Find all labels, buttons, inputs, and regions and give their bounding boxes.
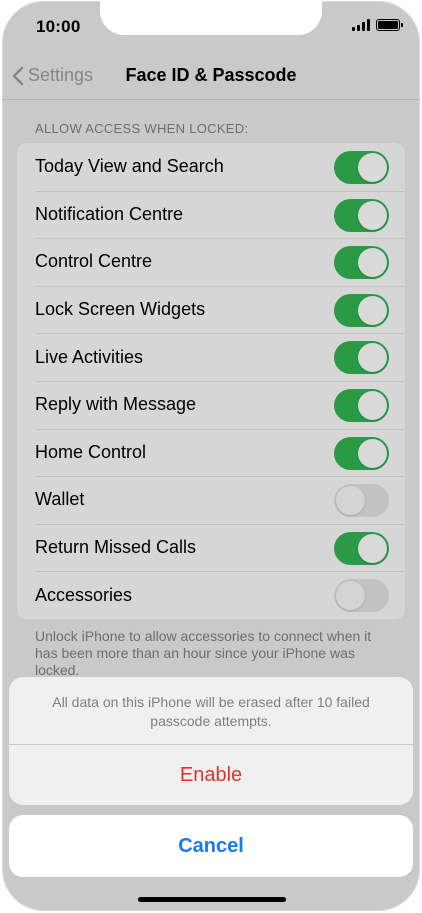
setting-label: Control Centre <box>35 251 153 272</box>
setting-row-control-centre: Control Centre <box>17 238 405 286</box>
toggle-live-activities[interactable] <box>334 341 389 375</box>
setting-row-live-activities: Live Activities <box>17 333 405 381</box>
setting-label: Reply with Message <box>35 394 197 415</box>
accessories-footer-note: Unlock iPhone to allow accessories to co… <box>35 628 372 678</box>
toggle-knob <box>358 533 387 563</box>
setting-label: Wallet <box>35 489 85 510</box>
toggle-accessories[interactable] <box>334 579 389 613</box>
setting-label: Today View and Search <box>35 156 224 177</box>
setting-row-return-missed-calls: Return Missed Calls <box>17 523 405 572</box>
toggle-knob <box>358 438 387 468</box>
setting-row-wallet: Wallet <box>17 476 405 524</box>
toggle-knob <box>358 200 387 230</box>
toggle-wallet[interactable] <box>334 484 389 518</box>
setting-row-accessories: Accessories <box>17 571 405 619</box>
action-sheet-message: All data on this iPhone will be erased a… <box>9 677 413 745</box>
setting-row-home-control: Home Control <box>17 428 405 477</box>
toggle-lock-screen-widgets[interactable] <box>334 293 389 327</box>
toggle-knob <box>358 248 387 278</box>
setting-label: Home Control <box>35 441 147 462</box>
screen: 10:00 Settings Face ID & Passcode ALLOW … <box>2 1 420 911</box>
action-sheet: All data on this iPhone will be erased a… <box>9 677 413 805</box>
toggle-knob <box>358 153 387 182</box>
toggle-knob <box>358 390 387 420</box>
lock-access-list: Today View and Search Notification Centre… <box>17 143 405 619</box>
setting-label: Return Missed Calls <box>35 537 197 558</box>
enable-button[interactable]: Enable <box>9 745 413 805</box>
cancel-button[interactable]: Cancel <box>9 815 413 877</box>
cellular-signal-icon <box>352 19 370 31</box>
setting-label: Notification Centre <box>35 203 184 224</box>
home-indicator[interactable] <box>138 897 286 902</box>
notch <box>100 1 322 35</box>
toggle-home-control[interactable] <box>334 436 389 470</box>
toggle-notification-centre[interactable] <box>334 198 389 232</box>
toggle-knob <box>358 343 387 373</box>
toggle-control-centre[interactable] <box>334 246 389 280</box>
toggle-knob <box>336 486 365 516</box>
device-frame: 10:00 Settings Face ID & Passcode ALLOW … <box>0 0 422 913</box>
section-header: ALLOW ACCESS WHEN LOCKED: <box>35 121 249 136</box>
setting-label: Live Activities <box>35 346 144 367</box>
battery-icon <box>376 19 403 31</box>
setting-label: Accessories <box>35 584 133 605</box>
setting-label: Lock Screen Widgets <box>35 299 206 320</box>
status-icons <box>352 19 403 31</box>
setting-row-notification-centre: Notification Centre <box>17 190 405 239</box>
status-time: 10:00 <box>36 17 81 36</box>
toggle-return-missed-calls[interactable] <box>334 531 389 565</box>
toggle-knob <box>336 581 365 611</box>
setting-row-reply-with-message: Reply with Message <box>17 380 405 429</box>
toggle-today-view-and-search[interactable] <box>334 151 389 184</box>
page-title: Face ID & Passcode <box>125 65 297 85</box>
toggle-knob <box>358 295 387 325</box>
setting-row-lock-screen-widgets: Lock Screen Widgets <box>17 285 405 334</box>
navigation-bar: Settings Face ID & Passcode <box>2 53 420 100</box>
toggle-reply-with-message[interactable] <box>334 388 389 422</box>
setting-row-today-view-and-search: Today View and Search <box>17 143 405 191</box>
